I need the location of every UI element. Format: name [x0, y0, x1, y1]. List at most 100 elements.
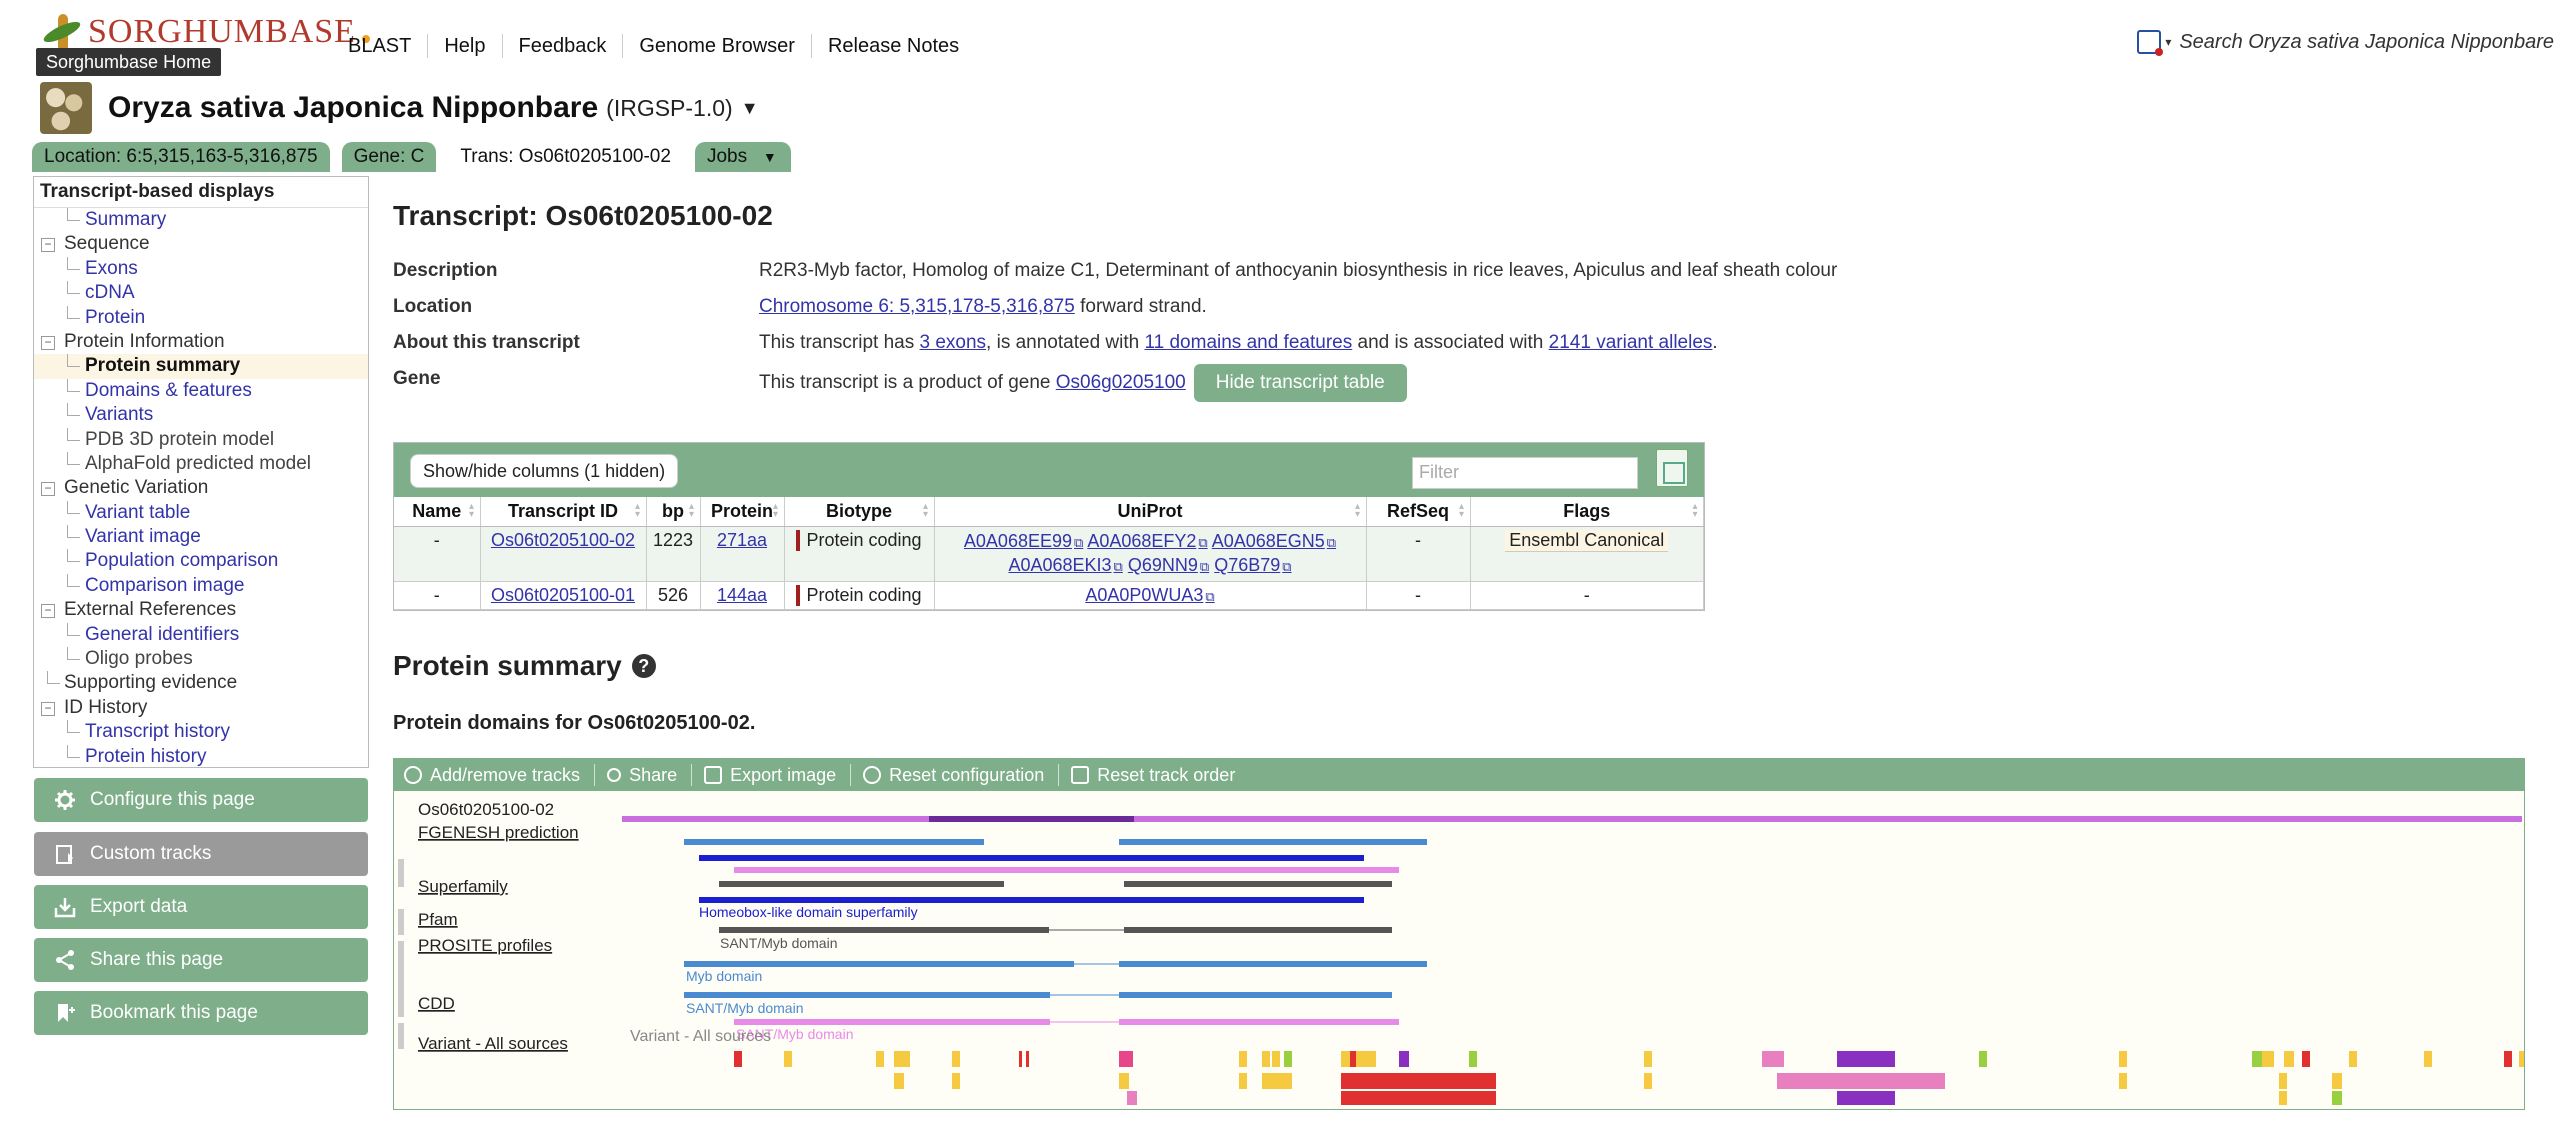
sidebar-item-protein-summary[interactable]: Protein summary: [34, 354, 368, 379]
col-bp[interactable]: bp: [646, 497, 701, 527]
site-search[interactable]: ▾ Search Oryza sativa Japonica Nipponbar…: [2137, 30, 2554, 56]
track-drag-handle[interactable]: [398, 1023, 404, 1049]
configure-page-button[interactable]: Configure this page: [34, 778, 368, 822]
sidebar-item-id-history[interactable]: ID History: [34, 696, 368, 720]
sidebar-item-genetic-variation[interactable]: Genetic Variation: [34, 476, 368, 500]
uniprot-link[interactable]: A0A0P0WUA3: [1085, 585, 1214, 605]
exons-link[interactable]: 3 exons: [920, 332, 987, 353]
uniprot-link[interactable]: A0A068EFY2: [1087, 531, 1207, 551]
nav-blast[interactable]: BLAST: [336, 34, 429, 58]
table-toolbar: Show/hide columns (1 hidden) Filter: [394, 443, 1704, 497]
prosite-feature: [684, 992, 1050, 998]
sidebar-item-protein-information[interactable]: Protein Information: [34, 330, 368, 354]
transcript-id-link[interactable]: Os06t0205100-02: [491, 530, 635, 550]
cell-refseq: -: [1366, 581, 1471, 610]
tab-gene[interactable]: Gene: C: [341, 142, 437, 172]
sidebar-item-external-references[interactable]: External References: [34, 598, 368, 622]
sidebar-item-supporting-evidence[interactable]: Supporting evidence: [34, 671, 368, 695]
track-label-superfamily[interactable]: Superfamily: [418, 877, 508, 896]
bookmark-page-button[interactable]: Bookmark this page: [34, 991, 368, 1035]
filter-input[interactable]: Filter: [1412, 457, 1638, 489]
variants-link[interactable]: 2141 variant alleles: [1549, 332, 1713, 353]
domains-link[interactable]: 11 domains and features: [1144, 332, 1352, 353]
location-link[interactable]: Chromosome 6: 5,315,178-5,316,875: [759, 296, 1075, 317]
track-label-fgenesh[interactable]: FGENESH prediction: [418, 823, 579, 842]
track-label-transcript: Os06t0205100-02: [418, 800, 554, 819]
browser-share-button[interactable]: Share: [607, 764, 693, 786]
uniprot-link[interactable]: A0A068EE99: [964, 531, 1083, 551]
add-remove-tracks-button[interactable]: Add/remove tracks: [404, 764, 596, 786]
search-input[interactable]: Search Oryza sativa Japonica Nipponbare: [2179, 31, 2554, 54]
tab-jobs[interactable]: Jobs ▼: [694, 142, 791, 172]
sidebar-item-alphafold-predicted-model: AlphaFold predicted model: [34, 451, 368, 476]
col-refseq[interactable]: RefSeq: [1366, 497, 1471, 527]
sidebar-item-transcript-history[interactable]: Transcript history: [34, 720, 368, 744]
sidebar-item-comparison-image[interactable]: Comparison image: [34, 573, 368, 598]
sidebar-item-sequence[interactable]: Sequence: [34, 232, 368, 256]
col-biotype[interactable]: Biotype: [784, 497, 935, 527]
col-protein[interactable]: Protein: [700, 497, 785, 527]
hide-transcript-table-button[interactable]: Hide transcript table: [1193, 364, 1407, 402]
nav-genome-browser[interactable]: Genome Browser: [623, 34, 812, 58]
sidebar-item-variant-image[interactable]: Variant image: [34, 525, 368, 549]
track-label-cdd[interactable]: CDD: [418, 994, 455, 1013]
sidebar-item-cdna[interactable]: cDNA: [34, 281, 368, 305]
sidebar-item-domains-features[interactable]: Domains & features: [34, 378, 368, 403]
chevron-down-icon[interactable]: ▾: [2165, 35, 2171, 49]
col-name[interactable]: Name: [394, 497, 481, 527]
track-drag-handle[interactable]: [398, 967, 404, 1017]
reset-track-order-button[interactable]: Reset track order: [1071, 764, 1249, 786]
canonical-flag: Ensembl Canonical: [1505, 530, 1669, 552]
biotype-label: Protein coding: [796, 585, 922, 606]
protein-link[interactable]: 144aa: [717, 585, 767, 605]
sidebar-item-population-comparison[interactable]: Population comparison: [34, 549, 368, 573]
nav-help[interactable]: Help: [428, 34, 503, 58]
track-label-prosite[interactable]: PROSITE profiles: [418, 936, 552, 955]
track-drag-handle[interactable]: [398, 941, 404, 967]
uniprot-link[interactable]: A0A068EKI3: [1008, 555, 1122, 575]
sidebar-item-protein[interactable]: Protein: [34, 305, 368, 330]
cell-bp: 526: [646, 581, 701, 610]
uniprot-link[interactable]: A0A068EGN5: [1212, 531, 1336, 551]
cdd-feature: [1119, 1019, 1399, 1025]
tab-location[interactable]: Location: 6:5,315,163-5,316,875: [32, 142, 330, 172]
nav-release-notes[interactable]: Release Notes: [812, 34, 975, 58]
track-label-pfam[interactable]: Pfam: [418, 910, 458, 929]
reset-gear-icon: [863, 766, 882, 784]
protein-link[interactable]: 271aa: [717, 530, 767, 550]
prosite-feature: [1119, 992, 1392, 998]
show-hide-columns-button[interactable]: Show/hide columns (1 hidden): [410, 454, 679, 488]
uniprot-link[interactable]: Q76B79: [1214, 555, 1291, 575]
col-uniprot[interactable]: UniProt: [934, 497, 1367, 527]
sidebar-item-summary[interactable]: Summary: [34, 208, 368, 232]
species-thumbnail: [40, 82, 92, 134]
transcript-id-link[interactable]: Os06t0205100-01: [491, 585, 635, 605]
track-drag-handle[interactable]: [398, 859, 404, 887]
sidebar-item-exons[interactable]: Exons: [34, 256, 368, 281]
track-label-variant[interactable]: Variant - All sources: [418, 1034, 568, 1053]
custom-tracks-button[interactable]: Custom tracks: [34, 832, 368, 876]
sidebar-item-variants[interactable]: Variants: [34, 403, 368, 427]
export-data-button[interactable]: Export data: [34, 885, 368, 929]
sidebar-item-protein-history[interactable]: Protein history: [34, 744, 368, 769]
reset-configuration-button[interactable]: Reset configuration: [863, 764, 1060, 786]
col-flags[interactable]: Flags: [1470, 497, 1704, 527]
excel-export-icon[interactable]: [1656, 449, 1688, 487]
transcript-summary: Transcript: Os06t0205100-02 Description …: [393, 200, 2543, 402]
share-page-button[interactable]: Share this page: [34, 938, 368, 982]
export-image-button[interactable]: Export image: [704, 764, 852, 786]
uniprot-link[interactable]: Q69NN9: [1128, 555, 1209, 575]
track-drag-handle[interactable]: [398, 909, 404, 935]
gene-link[interactable]: Os06g0205100: [1056, 372, 1186, 393]
sidebar-item-variant-table[interactable]: Variant table: [34, 500, 368, 525]
species-dropdown-icon[interactable]: ▼: [741, 98, 759, 119]
about-end: .: [1712, 332, 1718, 353]
search-type-icon[interactable]: [2137, 30, 2164, 56]
cell-bp: 1223: [646, 526, 701, 582]
cell-refseq: -: [1366, 526, 1471, 582]
col-transcript-id[interactable]: Transcript ID: [480, 497, 647, 527]
sidebar-item-general-identifiers[interactable]: General identifiers: [34, 622, 368, 647]
track-canvas[interactable]: Os06t0205100-02 FGENESH prediction Super…: [394, 791, 2525, 1110]
help-icon[interactable]: ?: [631, 654, 656, 678]
nav-feedback[interactable]: Feedback: [503, 34, 624, 58]
